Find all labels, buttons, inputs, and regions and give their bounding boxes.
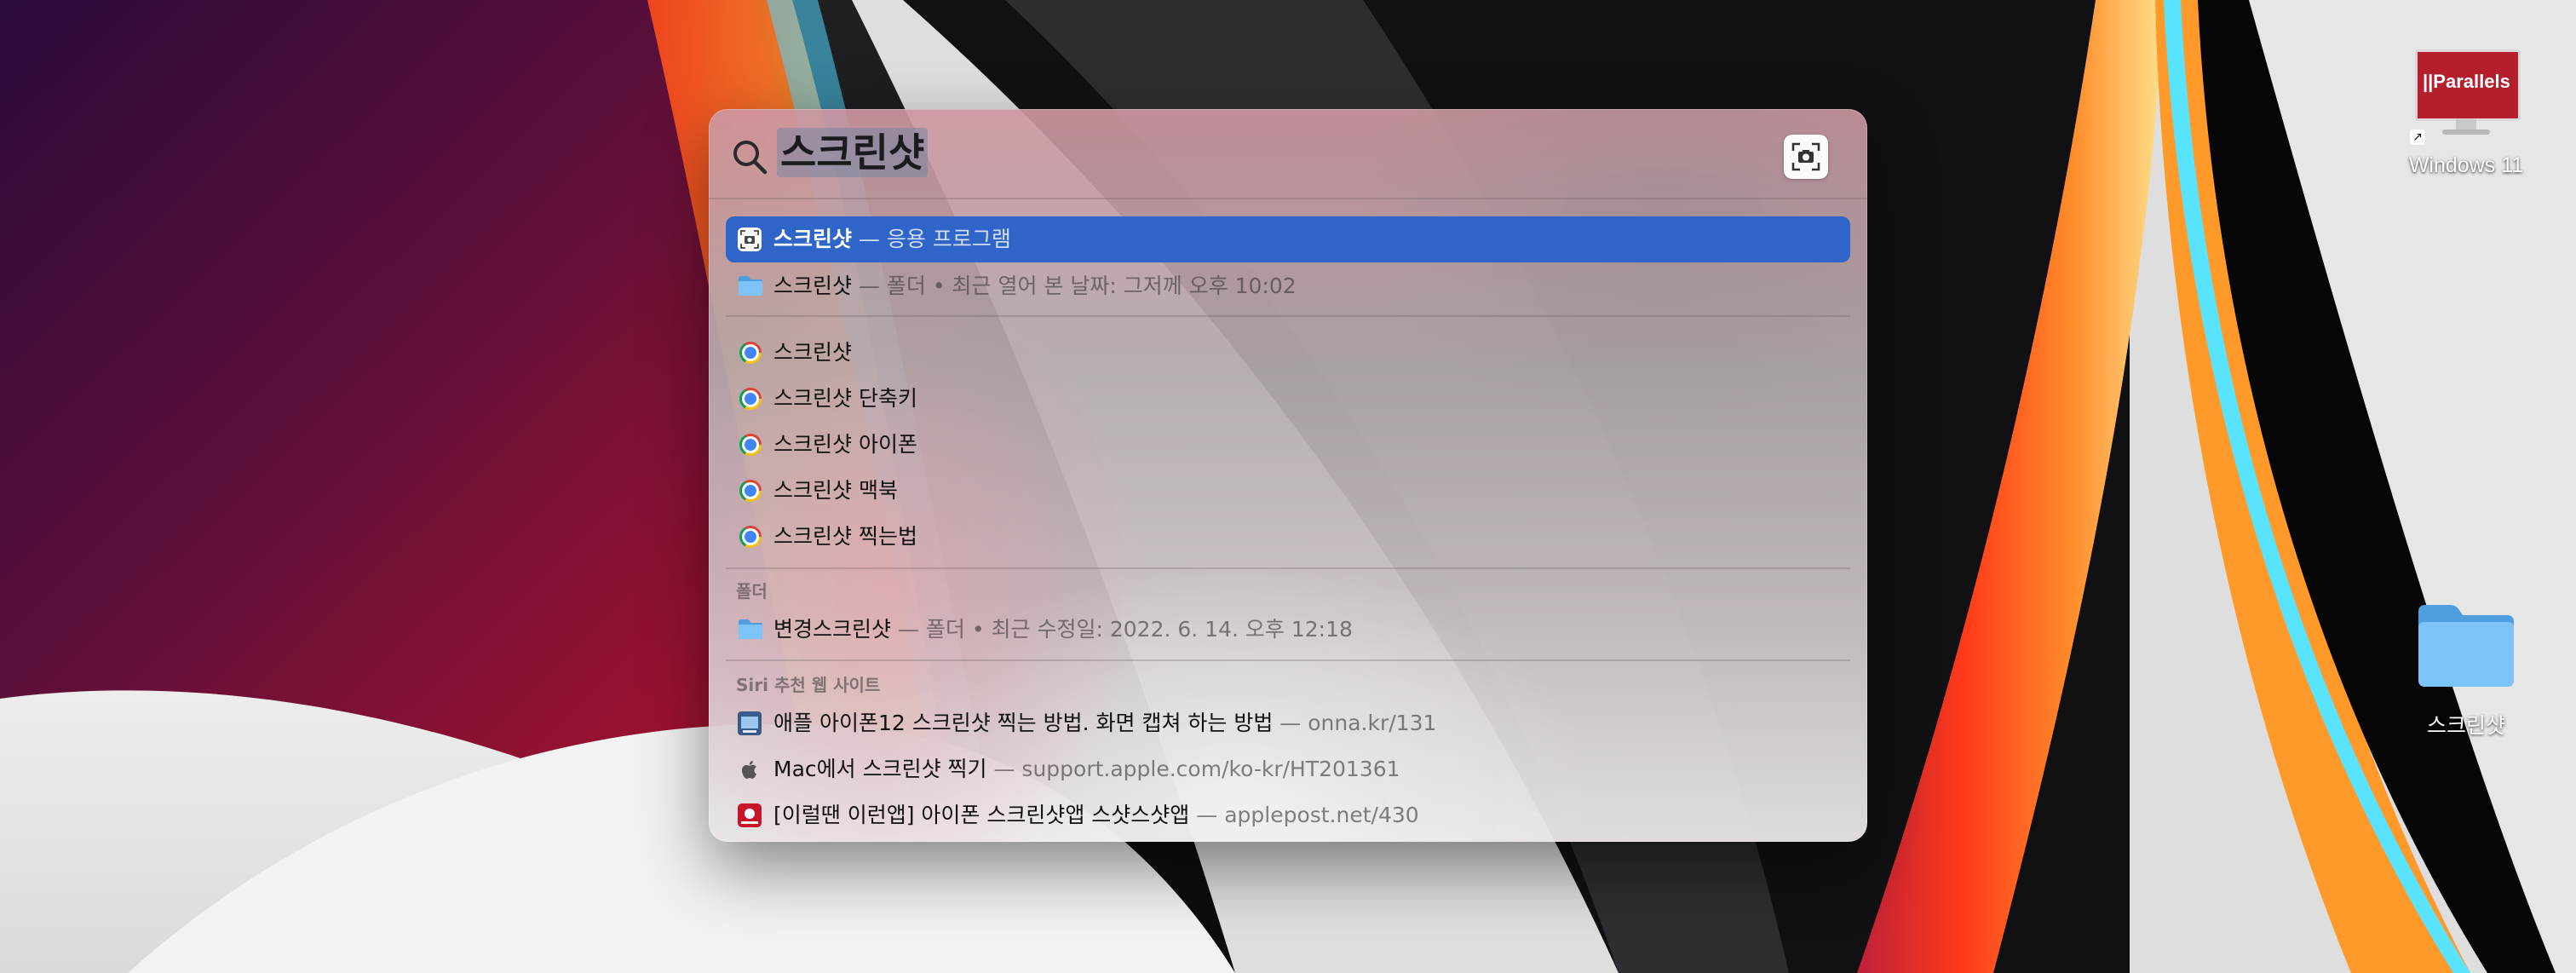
result-title: 스크린샷 [773, 273, 853, 298]
website-url: — support.apple.com/ko-kr/HT201361 [986, 757, 1400, 781]
website-url: — onna.kr/131 [1273, 711, 1437, 735]
website-title: [이럴땐 이런앱] 아이폰 스크린샷앱 스샷스샷앱 [773, 803, 1190, 827]
website-title: 애플 아이폰12 스크린샷 찍는 방법. 화면 캡쳐 하는 방법 [773, 711, 1274, 735]
result-title: 스크린샷 [773, 227, 853, 251]
section-header-siri-websites: Siri 추천 웹 사이트 [736, 675, 881, 695]
search-input[interactable]: 스크린샷 [777, 128, 929, 177]
chrome-icon [739, 388, 762, 410]
spotlight-window: 스크린샷 스크린샷 — 응용 프로그램 스크린샷 — 폴더 • 최근 열어 본 … [709, 109, 1867, 842]
applepost-icon [738, 803, 762, 827]
suggestion-row[interactable]: 스크린샷 단축키 [726, 376, 1850, 422]
divider [709, 198, 1867, 199]
result-title: 변경스크린샷 [773, 617, 892, 642]
suggestion-row[interactable]: 스크린샷 아이폰 [726, 422, 1850, 468]
result-subtitle: — 폴더 • 최근 열어 본 날짜: 그저께 오후 10:02 [852, 273, 1297, 298]
desktop-icon-windows11[interactable]: ||Parallels ↗ Windows 11 [2394, 44, 2539, 178]
suggestion-title: 스크린샷 찍는법 [773, 524, 917, 549]
folder-icon [739, 619, 762, 639]
suggestion-row[interactable]: 스크린샷 [726, 330, 1850, 376]
result-row-folder[interactable]: 변경스크린샷 — 폴더 • 최근 수정일: 2022. 6. 14. 오후 12… [726, 607, 1850, 653]
screenshot-app-button[interactable] [1784, 135, 1828, 179]
result-row-screenshot-app[interactable]: 스크린샷 — 응용 프로그램 [726, 216, 1850, 262]
result-row-screenshot-folder[interactable]: 스크린샷 — 폴더 • 최근 열어 본 날짜: 그저께 오후 10:02 [726, 263, 1850, 309]
desktop-icon-label: 스크린샷 [2426, 714, 2505, 738]
website-row[interactable]: [이럴땐 이런앱] 아이폰 스크린샷앱 스샷스샷앱 — applepost.ne… [726, 792, 1850, 838]
section-header-folders: 폴더 [736, 581, 768, 602]
website-url: — applepost.net/430 [1189, 803, 1419, 827]
result-subtitle: — 폴더 • 최근 수정일: 2022. 6. 14. 오후 12:18 [891, 617, 1353, 642]
suggestion-row[interactable]: 스크린샷 맥북 [726, 468, 1850, 514]
suggestion-title: 스크린샷 [773, 340, 853, 365]
website-row[interactable]: Mac에서 스크린샷 찍기 — support.apple.com/ko-kr/… [726, 746, 1850, 792]
screenshot-app-icon [738, 227, 762, 251]
chrome-icon [739, 480, 762, 502]
folder-icon [739, 276, 762, 296]
suggestion-title: 스크린샷 단축키 [773, 386, 917, 411]
divider [726, 567, 1850, 569]
apple-icon [741, 760, 756, 779]
alias-arrow-icon: ↗ [2410, 130, 2425, 145]
parallels-badge: ||Parallels [2423, 71, 2510, 92]
desktop-icon-screenshot-folder[interactable]: 스크린샷 [2402, 596, 2530, 740]
suggestion-title: 스크린샷 맥북 [773, 478, 898, 503]
website-icon [738, 711, 762, 735]
suggestion-title: 스크린샷 아이폰 [773, 432, 917, 457]
search-icon [733, 141, 768, 175]
result-subtitle: — 응용 프로그램 [852, 227, 1011, 251]
website-title: Mac에서 스크린샷 찍기 [773, 757, 987, 781]
chrome-icon [739, 434, 762, 456]
desktop-icon-label: Windows 11 [2408, 153, 2524, 177]
divider [726, 659, 1850, 661]
divider [726, 315, 1850, 317]
chrome-icon [739, 342, 762, 364]
spotlight-search-bar[interactable]: 스크린샷 [709, 109, 1867, 199]
parallels-vm-icon: ||Parallels ↗ [2410, 44, 2521, 145]
website-row[interactable]: 애플 아이폰12 스크린샷 찍는 방법. 화면 캡쳐 하는 방법 — onna.… [726, 700, 1850, 746]
folder-icon [2418, 605, 2514, 687]
screenshot-icon [1791, 142, 1820, 171]
suggestion-row[interactable]: 스크린샷 찍는법 [726, 514, 1850, 560]
chrome-icon [739, 526, 762, 548]
